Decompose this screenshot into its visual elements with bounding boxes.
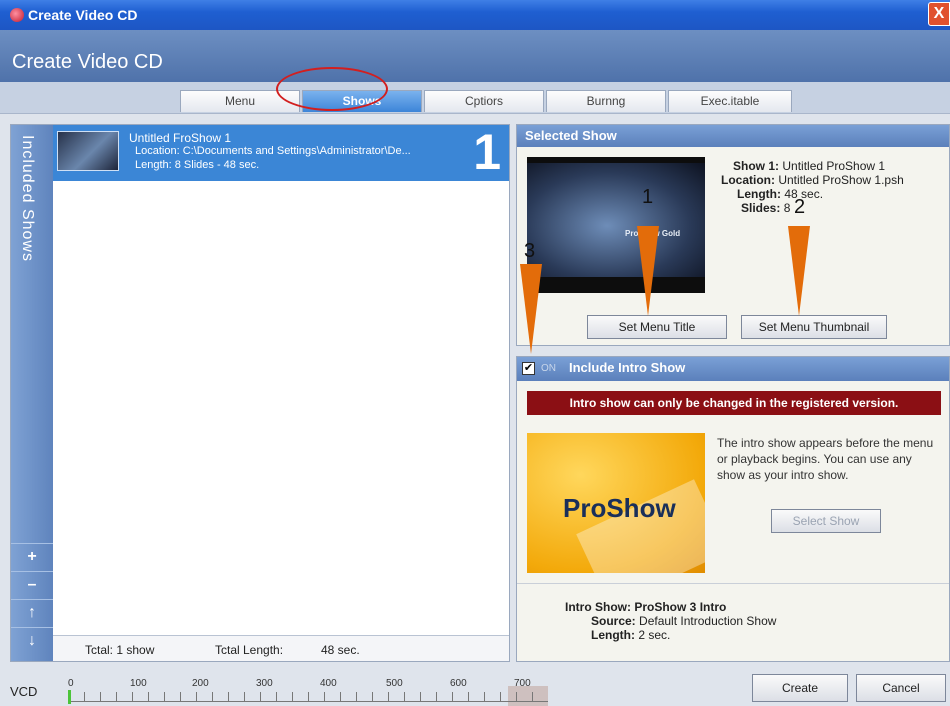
show-value: Untitled ProShow 1 <box>782 159 886 173</box>
selected-show-title: Selected Show <box>517 125 949 147</box>
slides-row: Slides: 8 <box>741 201 790 215</box>
tick-label: 700 <box>514 678 531 689</box>
included-shows-panel: Included Shows + – ↑ ↓ Untitled FroShow … <box>10 124 510 662</box>
total-length-label: Tctal Length: <box>215 643 284 657</box>
tab-bar: Menu Shows Cptiors Burnng Exec.itable <box>0 82 950 114</box>
format-label: VCD <box>10 684 38 699</box>
create-button[interactable]: Create <box>752 674 848 702</box>
tick-label: 200 <box>192 678 209 689</box>
callout-arrow-1 <box>637 226 659 316</box>
total-length-value: 48 sec. <box>321 643 360 657</box>
selected-show-panel: Selected Show ProShow Gold Show 1: Untit… <box>516 124 950 346</box>
intro-show-panel: ✔ ON Include Intro Show Intro show can o… <box>516 356 950 662</box>
page-title: Create Video CD <box>12 51 163 73</box>
close-icon[interactable]: X <box>928 2 950 26</box>
callout-number-2: 2 <box>794 196 806 218</box>
callout-number-3: 3 <box>524 240 536 262</box>
move-up-icon[interactable]: ↑ <box>11 599 53 625</box>
tick-label: 400 <box>320 678 337 689</box>
list-footer: Tctal: 1 show Tctal Length: 48 sec. <box>53 635 509 661</box>
tick-label: 300 <box>256 678 273 689</box>
source-label: Source: <box>591 614 636 628</box>
source-value: Default Introduction Show <box>639 614 777 628</box>
location-row: Location: Untitled ProShow 1.psh <box>721 173 904 187</box>
intro-show-row: Intro Show: ProShow 3 Intro <box>565 600 726 614</box>
registration-warning: Intro show can only be changed in the re… <box>527 391 941 415</box>
tick-marks <box>68 692 548 702</box>
header-band: Create Video CD <box>0 30 950 82</box>
show-title: Untitled FroShow 1 <box>129 131 232 145</box>
location-label: Location: <box>721 173 775 187</box>
callout-number-1: 1 <box>642 186 654 208</box>
app-icon <box>10 8 24 22</box>
show-location: Location: C:\Documents and Settings\Admi… <box>135 145 411 157</box>
callout-arrow-3 <box>520 264 542 354</box>
show-name-row: Show 1: Untitled ProShow 1 <box>733 159 885 173</box>
show-number: 1 <box>473 124 501 180</box>
window-title: Create Video CD <box>28 7 138 23</box>
callout-arrow-2 <box>788 226 810 316</box>
add-icon[interactable]: + <box>11 543 53 569</box>
set-menu-thumbnail-button[interactable]: Set Menu Thumbnail <box>741 315 887 339</box>
remove-icon[interactable]: – <box>11 571 53 597</box>
cancel-button[interactable]: Cancel <box>856 674 946 702</box>
length-label: Length: <box>737 187 781 201</box>
tab-burning[interactable]: Burnng <box>546 90 666 112</box>
on-label: ON <box>541 363 556 374</box>
intro-info: Intro Show: ProShow 3 Intro Source: Defa… <box>517 583 949 661</box>
tab-executable[interactable]: Exec.itable <box>668 90 792 112</box>
select-show-button[interactable]: Select Show <box>771 509 881 533</box>
proshow-logo: ProShow <box>527 433 705 573</box>
show-preview: ProShow Gold <box>527 157 705 293</box>
intro-length-row: Length: 2 sec. <box>591 628 670 642</box>
intro-header: ✔ ON Include Intro Show <box>517 357 949 381</box>
side-label: Included Shows <box>19 135 36 262</box>
source-row: Source: Default Introduction Show <box>591 614 776 628</box>
intro-length-value: 2 sec. <box>638 628 671 642</box>
intro-show-label: Intro Show: <box>565 600 631 614</box>
intro-length-label: Length: <box>591 628 635 642</box>
list-item[interactable]: Untitled FroShow 1 Location: C:\Document… <box>53 124 509 181</box>
slides-label: Slides: <box>741 201 781 215</box>
show-length: Length: 8 Slides - 48 sec. <box>135 159 260 171</box>
move-down-icon[interactable]: ↓ <box>11 627 53 653</box>
include-intro-checkbox[interactable]: ✔ <box>522 362 535 375</box>
show-label: Show 1: <box>733 159 780 173</box>
show-thumbnail <box>57 131 119 171</box>
tick-label: 100 <box>130 678 147 689</box>
location-value: Untitled ProShow 1.psh <box>778 173 904 187</box>
tick-label: 0 <box>68 678 74 689</box>
length-row: Length: 48 sec. <box>737 187 823 201</box>
intro-title: Include Intro Show <box>569 360 686 375</box>
capacity-bar: VCD 0 100 200 300 400 500 600 700 Create… <box>0 662 950 706</box>
highlight-ring <box>276 67 388 111</box>
tick-label: 600 <box>450 678 467 689</box>
capacity-fill <box>68 690 72 704</box>
capacity-scale: 0 100 200 300 400 500 600 700 <box>68 678 548 706</box>
side-strip: Included Shows + – ↑ ↓ <box>11 125 53 661</box>
set-menu-title-button[interactable]: Set Menu Title <box>587 315 727 339</box>
slides-value: 8 <box>783 201 791 215</box>
tab-options[interactable]: Cptiors <box>424 90 544 112</box>
intro-show-value: ProShow 3 Intro <box>634 600 727 614</box>
total-shows: Tctal: 1 show <box>85 643 155 657</box>
intro-description: The intro show appears before the menu o… <box>717 436 934 482</box>
tick-label: 500 <box>386 678 403 689</box>
title-bar: Create Video CD X <box>0 0 950 30</box>
